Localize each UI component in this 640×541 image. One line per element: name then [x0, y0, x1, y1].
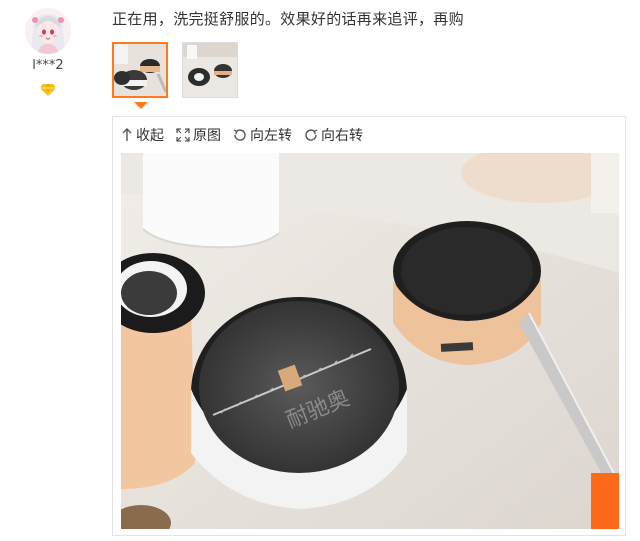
product-photo-illustration: 耐驰奥: [121, 153, 619, 529]
rotate-right-button[interactable]: 向右转: [304, 125, 363, 145]
thumbnail-2[interactable]: [182, 42, 238, 98]
expand-icon: [176, 128, 190, 142]
vip-diamond-icon: [40, 81, 56, 97]
rotate-right-icon: [305, 129, 318, 141]
review-item: l***2 正在用，洗完挺舒服的。效果好的话再来追评，再购 收起 原图 向左转 …: [0, 0, 640, 541]
rotate-left-label: 向左转: [250, 128, 292, 144]
thumbnail-1[interactable]: [112, 42, 168, 98]
selected-thumbnail-pointer: [134, 102, 148, 109]
rotate-right-label: 向右转: [321, 128, 363, 144]
original-image-label: 原图: [193, 128, 221, 144]
arrow-up-icon: [122, 128, 132, 141]
original-image-button[interactable]: 原图: [176, 125, 221, 145]
rotate-left-icon: [233, 129, 246, 141]
collapse-button[interactable]: 收起: [121, 125, 164, 145]
avatar[interactable]: [25, 8, 71, 54]
rotate-left-button[interactable]: 向左转: [233, 125, 292, 145]
review-photo[interactable]: 耐驰奥: [121, 153, 619, 529]
image-viewer: 收起 原图 向左转 向右转 耐驰奥: [112, 116, 626, 536]
anime-girl-avatar-icon: [25, 8, 71, 54]
username[interactable]: l***2: [16, 58, 80, 73]
collapse-label: 收起: [136, 128, 164, 144]
review-text: 正在用，洗完挺舒服的。效果好的话再来追评，再购: [112, 10, 464, 28]
user-info: l***2: [16, 8, 80, 97]
viewer-toolbar: 收起 原图 向左转 向右转: [121, 125, 375, 145]
